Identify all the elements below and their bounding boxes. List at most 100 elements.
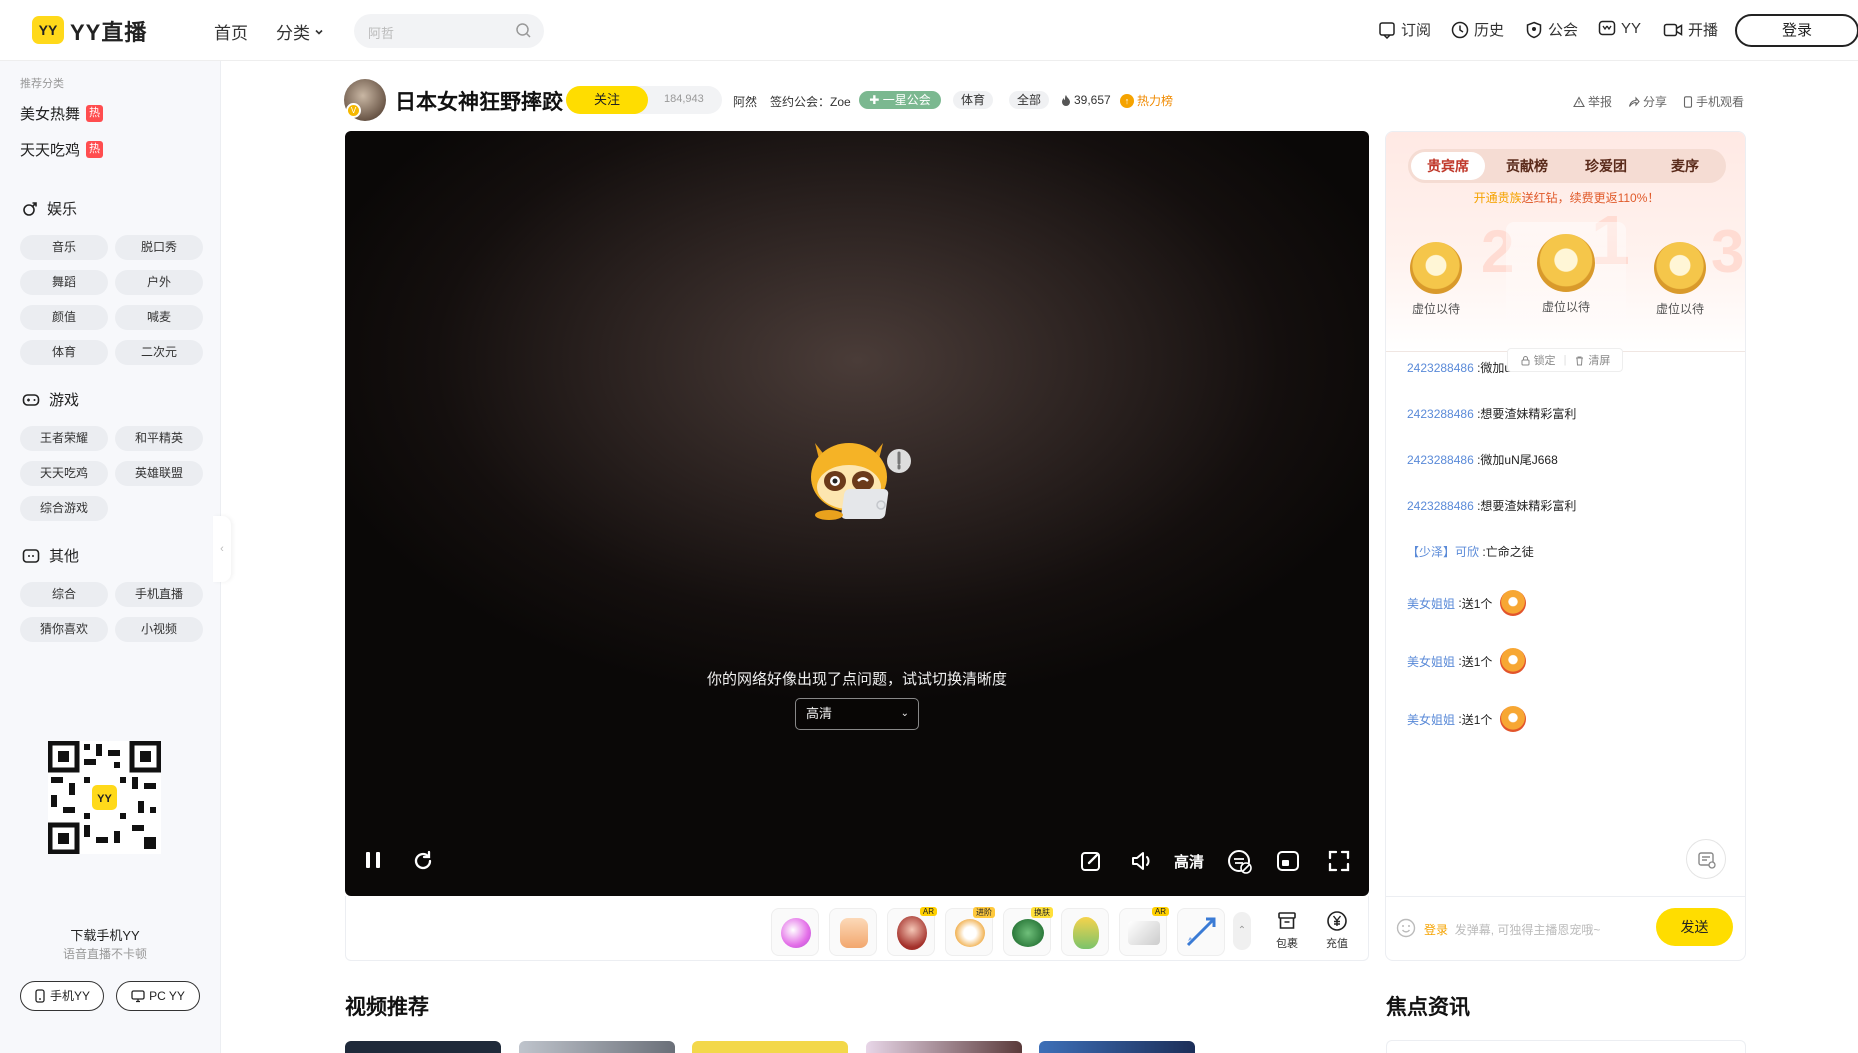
chip-guess-you-like[interactable]: 猜你喜欢 <box>20 617 108 642</box>
mobile-watch-link[interactable]: 手机观看 <box>1683 93 1744 110</box>
chip-sports[interactable]: 体育 <box>20 340 108 365</box>
host-name[interactable]: 阿然 <box>733 93 757 110</box>
chip-chicken[interactable]: 天天吃鸡 <box>20 461 108 486</box>
chip-short-video[interactable]: 小视频 <box>115 617 203 642</box>
video-thumbnail[interactable] <box>519 1041 675 1053</box>
chat-user[interactable]: 2423288486 <box>1407 499 1474 513</box>
chat-user[interactable]: 2423288486 <box>1407 407 1474 421</box>
hot-rank-link[interactable]: ↑ 热力榜 <box>1120 92 1173 109</box>
package-button[interactable]: 包裹 <box>1269 910 1305 951</box>
chip-music[interactable]: 音乐 <box>20 235 108 260</box>
news-card[interactable] <box>1386 1040 1746 1053</box>
yy-logo-text[interactable]: YY直播 <box>70 15 147 47</box>
emoji-icon[interactable] <box>1396 918 1416 938</box>
section-games[interactable]: 游戏 <box>22 389 79 410</box>
tag-sports[interactable]: 体育 <box>953 91 993 109</box>
nav-history[interactable]: 历史 <box>1451 19 1504 40</box>
nav-subscribe[interactable]: 订阅 <box>1378 19 1431 40</box>
tab-contribution[interactable]: 贡献榜 <box>1490 152 1564 180</box>
gift-scroll-up-button[interactable]: ⌃ <box>1233 912 1251 950</box>
chip-peace-elite[interactable]: 和平精英 <box>115 426 203 451</box>
sidebar-collapse-button[interactable]: ‹ <box>213 516 231 582</box>
chip-general[interactable]: 综合 <box>20 582 108 607</box>
mobile-yy-button[interactable]: 手机YY <box>20 981 104 1011</box>
video-thumbnail[interactable] <box>692 1041 848 1053</box>
chip-acg[interactable]: 二次元 <box>115 340 203 365</box>
section-entertainment[interactable]: 娱乐 <box>22 198 77 219</box>
nav-broadcast[interactable]: 开播 <box>1663 19 1718 40</box>
follow-button[interactable]: 关注 <box>566 86 648 114</box>
vip-seat-1[interactable]: 虚位以待 <box>1521 234 1611 315</box>
tab-fan-club[interactable]: 珍爱团 <box>1569 152 1643 180</box>
chip-lol[interactable]: 英雄联盟 <box>115 461 203 486</box>
vip-seat-3[interactable]: 虚位以待 <box>1635 242 1725 317</box>
gift-item-5[interactable]: 换肤 <box>1003 907 1053 956</box>
chat-login-link[interactable]: 登录 <box>1424 923 1448 937</box>
section-other[interactable]: 其他 <box>22 545 79 566</box>
gift-item-7[interactable]: AR <box>1119 907 1169 956</box>
search-icon[interactable] <box>515 22 532 39</box>
gender-icon <box>23 201 37 216</box>
refresh-icon[interactable] <box>411 849 435 873</box>
tab-vip-seats[interactable]: 贵宾席 <box>1411 152 1485 180</box>
chip-shout[interactable]: 喊麦 <box>115 305 203 330</box>
gift-item-8[interactable] <box>1177 908 1225 956</box>
share-link[interactable]: 分享 <box>1628 93 1667 110</box>
chat-user[interactable]: 2423288486 <box>1407 453 1474 467</box>
chip-looks[interactable]: 颜值 <box>20 305 108 330</box>
chip-talkshow[interactable]: 脱口秀 <box>115 235 203 260</box>
chip-honor-of-kings[interactable]: 王者荣耀 <box>20 426 108 451</box>
chat-tools: 锁定 | 清屏 <box>1507 348 1623 372</box>
vip-tip[interactable]: 开通贵族送红钻，续费更返110%！ <box>1386 189 1745 206</box>
video-thumbnail[interactable] <box>1039 1041 1195 1053</box>
clarity-select[interactable]: 高清 ⌄ <box>795 698 919 730</box>
nav-guild[interactable]: 公会 <box>1525 19 1578 40</box>
guild-label[interactable]: 签约公会：Zoe <box>770 93 851 110</box>
video-thumbnail[interactable] <box>345 1041 501 1053</box>
chat-user[interactable]: 美女姐姐 <box>1407 595 1455 612</box>
rec-item-dance[interactable]: 美女热舞 热 <box>20 103 104 124</box>
chat-user[interactable]: 2423288486 <box>1407 361 1474 375</box>
nav-category[interactable]: 分类 <box>276 19 324 44</box>
gift-item-6[interactable] <box>1061 908 1109 956</box>
rec-item-chicken[interactable]: 天天吃鸡 热 <box>20 139 104 160</box>
danmaku-toggle-icon[interactable] <box>1227 849 1253 875</box>
nav-yy[interactable]: YY <box>1598 19 1641 37</box>
login-button[interactable]: 登录 <box>1735 14 1858 47</box>
chat-settings-button[interactable] <box>1686 839 1726 879</box>
gift-item-4[interactable]: 进阶 <box>945 907 995 956</box>
pause-icon[interactable] <box>362 849 384 871</box>
gift-item-2[interactable] <box>829 908 877 956</box>
chat-user[interactable]: 美女姐姐 <box>1407 653 1455 670</box>
video-thumbnail[interactable] <box>866 1041 1022 1053</box>
nav-home[interactable]: 首页 <box>214 19 248 44</box>
chat-input[interactable]: 登录 发弹幕, 可独得主播恩宠哦~ <box>1424 921 1600 938</box>
lock-button[interactable]: 锁定 <box>1520 352 1556 368</box>
fullscreen-icon[interactable] <box>1327 849 1351 873</box>
chat-user[interactable]: 美女姐姐 <box>1407 711 1455 728</box>
clarity-label[interactable]: 高清 <box>1174 851 1204 872</box>
pc-yy-button[interactable]: PC YY <box>116 981 200 1011</box>
volume-icon[interactable] <box>1130 849 1156 873</box>
chip-general-games[interactable]: 综合游戏 <box>20 496 108 521</box>
chat-user[interactable]: 【少泽】可欣 <box>1407 543 1479 560</box>
send-button[interactable]: 发送 <box>1656 908 1733 946</box>
picture-in-picture-icon[interactable] <box>1276 849 1300 873</box>
phone-icon <box>35 989 45 1003</box>
yy-logo-badge[interactable]: YY <box>32 16 64 44</box>
gift-item-3[interactable]: AR <box>887 907 937 956</box>
chip-dance[interactable]: 舞蹈 <box>20 270 108 295</box>
report-link[interactable]: 举报 <box>1573 93 1612 110</box>
tag-all[interactable]: 全部 <box>1009 91 1049 109</box>
gift-item-1[interactable] <box>771 908 819 956</box>
chip-outdoor[interactable]: 户外 <box>115 270 203 295</box>
tab-mic-queue[interactable]: 麦序 <box>1648 152 1722 180</box>
video-player[interactable]: 你的网络好像出现了点问题，试试切换清晰度 高清 ⌄ 高清 <box>345 131 1369 896</box>
clear-button[interactable]: 清屏 <box>1574 352 1610 368</box>
vip-seat-2[interactable]: 虚位以待 <box>1391 242 1481 317</box>
chip-mobile-live[interactable]: 手机直播 <box>115 582 203 607</box>
recharge-button[interactable]: 充值 <box>1319 910 1355 951</box>
search-box[interactable]: 阿哲 <box>354 14 544 48</box>
edit-icon[interactable] <box>1079 849 1103 873</box>
search-input[interactable]: 阿哲 <box>368 23 394 42</box>
